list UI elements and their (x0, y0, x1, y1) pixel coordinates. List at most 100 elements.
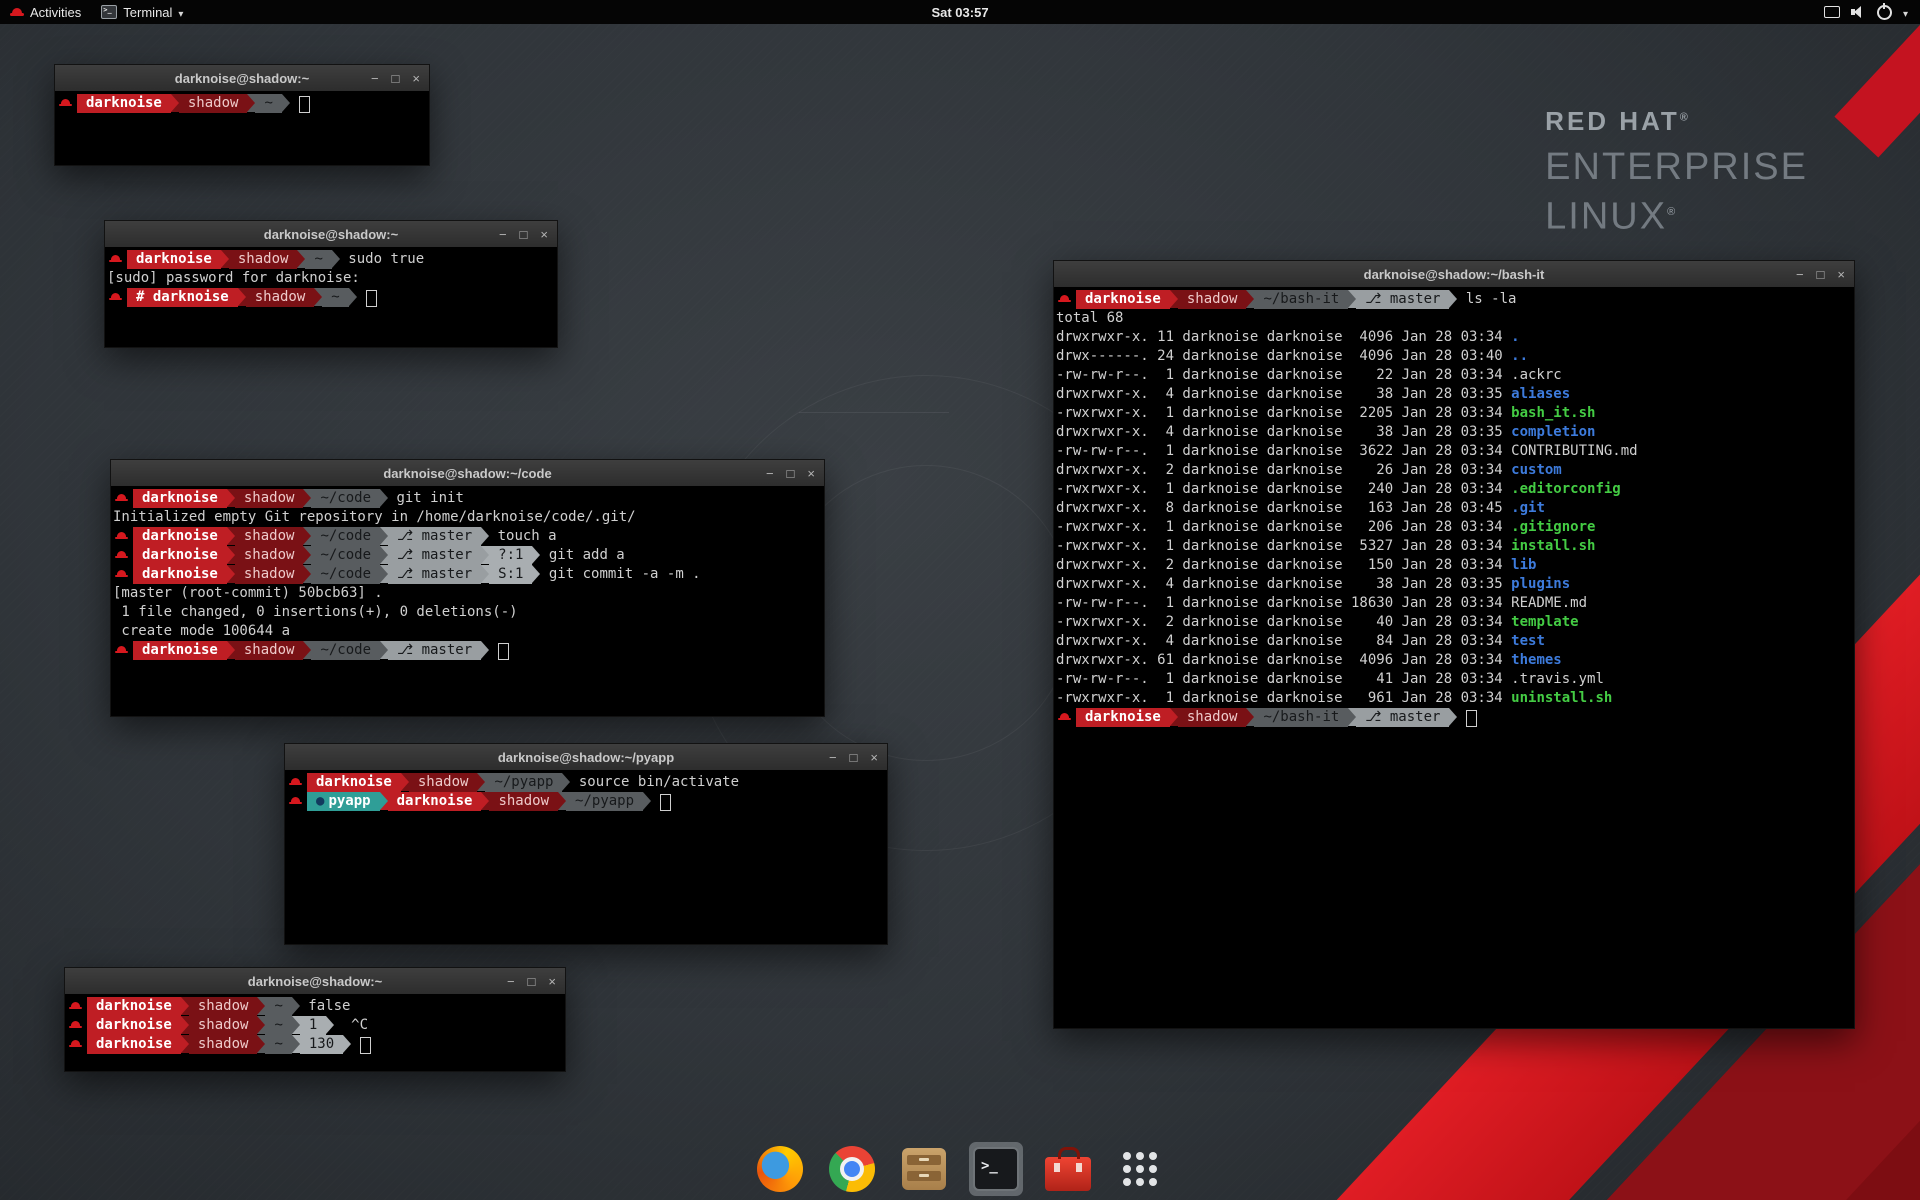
powerline-arrow (380, 489, 388, 507)
app-menu[interactable]: Terminal (91, 0, 193, 24)
prompt-segment: darknoise (1076, 708, 1170, 727)
activities-label: Activities (30, 5, 81, 20)
terminal-text: touch a (489, 527, 556, 546)
prompt-segment: ⎇ master (388, 641, 481, 660)
dock-item-chrome[interactable] (825, 1142, 879, 1196)
powerline-arrow (1246, 708, 1254, 726)
window-titlebar[interactable]: darknoise@shadow:~/bash-it − □ × (1054, 261, 1854, 288)
terminal-app-icon (101, 5, 117, 19)
terminal-text: ls -la (1457, 290, 1516, 309)
close-button[interactable]: × (412, 72, 420, 85)
window-title: darknoise@shadow:~ (105, 227, 557, 242)
minimize-button[interactable]: − (371, 72, 379, 85)
terminal-line: [sudo] password for darknoise: (107, 269, 557, 288)
terminal-text: -rw-rw-r--. 1 darknoise darknoise 18630 … (1056, 594, 1587, 613)
terminal-line: drwxrwxr-x. 4 darknoise darknoise 38 Jan… (1056, 575, 1854, 594)
dock-item-app-grid[interactable] (1113, 1142, 1167, 1196)
prompt-segment: ~ (265, 1035, 291, 1054)
terminal-text: -rwxrwxr-x. 1 darknoise darknoise 2205 J… (1056, 404, 1511, 423)
maximize-button[interactable]: □ (520, 228, 528, 241)
terminal-cursor (660, 794, 671, 811)
minimize-button[interactable]: − (507, 975, 515, 988)
terminal-text: lib (1511, 556, 1536, 575)
terminal-line: drwx------. 24 darknoise darknoise 4096 … (1056, 347, 1854, 366)
terminal-screen[interactable]: darknoiseshadow~ falsedarknoiseshadow~1 … (65, 994, 565, 1071)
close-button[interactable]: × (540, 228, 548, 241)
clock[interactable]: Sat 03:57 (931, 5, 988, 20)
powerline-arrow (221, 250, 229, 268)
terminal-screen[interactable]: darknoiseshadow~/pyapp source bin/activa… (285, 770, 887, 944)
prompt-segment: darknoise (133, 565, 227, 584)
window-titlebar[interactable]: darknoise@shadow:~ − □ × (65, 968, 565, 995)
prompt-segment: ~ (305, 250, 331, 269)
maximize-button[interactable]: □ (528, 975, 536, 988)
powerline-arrow (257, 1035, 265, 1053)
close-button[interactable]: × (548, 975, 556, 988)
terminal-line: drwxrwxr-x. 61 darknoise darknoise 4096 … (1056, 651, 1854, 670)
redhat-prompt-icon (109, 288, 123, 307)
window-titlebar[interactable]: darknoise@shadow:~/code − □ × (111, 460, 824, 487)
close-button[interactable]: × (870, 751, 878, 764)
maximize-button[interactable]: □ (787, 467, 795, 480)
terminal-screen[interactable]: darknoiseshadow~ sudo true[sudo] passwor… (105, 247, 557, 347)
powerline-arrow (227, 641, 235, 659)
powerline-arrow (303, 527, 311, 545)
terminal-text: Initialized empty Git repository in /hom… (113, 508, 636, 527)
maximize-button[interactable]: □ (1817, 268, 1825, 281)
terminal-line: drwxrwxr-x. 2 darknoise darknoise 150 Ja… (1056, 556, 1854, 575)
minimize-button[interactable]: − (499, 228, 507, 241)
powerline-arrow (343, 1035, 351, 1053)
minimize-button[interactable]: − (829, 751, 837, 764)
window-titlebar[interactable]: darknoise@shadow:~ − □ × (105, 221, 557, 248)
powerline-arrow (227, 527, 235, 545)
terminal-text: drwxrwxr-x. 4 darknoise darknoise 38 Jan… (1056, 385, 1511, 404)
prompt-segment: shadow (189, 1016, 258, 1035)
terminal-line: Initialized empty Git repository in /hom… (113, 508, 824, 527)
terminal-text: . (1511, 328, 1519, 347)
terminal-line: darknoiseshadow~/bash-it⎇ master ls -la (1056, 290, 1854, 309)
maximize-button[interactable]: □ (392, 72, 400, 85)
terminal-line: darknoiseshadow~/code⎇ masterS:1 git com… (113, 565, 824, 584)
system-menu[interactable] (1812, 0, 1920, 24)
dock-item-firefox[interactable] (753, 1142, 807, 1196)
dock-item-toolbox[interactable] (1041, 1142, 1095, 1196)
terminal-text: drwx------. 24 darknoise darknoise 4096 … (1056, 347, 1511, 366)
window-title: darknoise@shadow:~/code (111, 466, 824, 481)
minimize-button[interactable]: − (1796, 268, 1804, 281)
terminal-text: [sudo] password for darknoise: (107, 269, 360, 288)
powerline-arrow (532, 565, 540, 583)
prompt-segment: ~ (265, 1016, 291, 1035)
powerline-arrow (332, 250, 340, 268)
dock-item-files[interactable] (897, 1142, 951, 1196)
powerline-arrow (297, 250, 305, 268)
activities-button[interactable]: Activities (0, 0, 91, 24)
terminal-line: drwxrwxr-x. 4 darknoise darknoise 84 Jan… (1056, 632, 1854, 651)
brand-line-1: RED HAT® (1545, 106, 1808, 137)
powerline-arrow (227, 565, 235, 583)
prompt-segment: ~ (255, 94, 281, 113)
window-titlebar[interactable]: darknoise@shadow:~/pyapp − □ × (285, 744, 887, 771)
terminal-line: drwxrwxr-x. 4 darknoise darknoise 38 Jan… (1056, 385, 1854, 404)
window-titlebar[interactable]: darknoise@shadow:~ − □ × (55, 65, 429, 92)
terminal-screen[interactable]: darknoiseshadow~/code git initInitialize… (111, 486, 824, 716)
minimize-button[interactable]: − (766, 467, 774, 480)
terminal-text: -rw-rw-r--. 1 darknoise darknoise 41 Jan… (1056, 670, 1604, 689)
prompt-segment: shadow (189, 997, 258, 1016)
prompt-segment: shadow (1178, 290, 1247, 309)
terminal-screen[interactable]: darknoiseshadow~/bash-it⎇ master ls -la t… (1054, 287, 1854, 1028)
close-button[interactable]: × (1837, 268, 1845, 281)
terminal-text: drwxrwxr-x. 4 darknoise darknoise 38 Jan… (1056, 575, 1511, 594)
app-grid-icon (1120, 1149, 1160, 1189)
terminal-text: template (1511, 613, 1578, 632)
terminal-screen[interactable]: darknoiseshadow~ (55, 91, 429, 165)
close-button[interactable]: × (807, 467, 815, 480)
powerline-arrow (282, 94, 290, 112)
terminal-text: drwxrwxr-x. 4 darknoise darknoise 38 Jan… (1056, 423, 1511, 442)
prompt-segment: shadow (235, 546, 304, 565)
prompt-segment: shadow (189, 1035, 258, 1054)
dock-item-terminal[interactable] (969, 1142, 1023, 1196)
maximize-button[interactable]: □ (850, 751, 858, 764)
terminal-line: darknoiseshadow~/code⎇ master touch a (113, 527, 824, 546)
terminal-text: .git (1511, 499, 1545, 518)
prompt-segment: shadow (179, 94, 248, 113)
